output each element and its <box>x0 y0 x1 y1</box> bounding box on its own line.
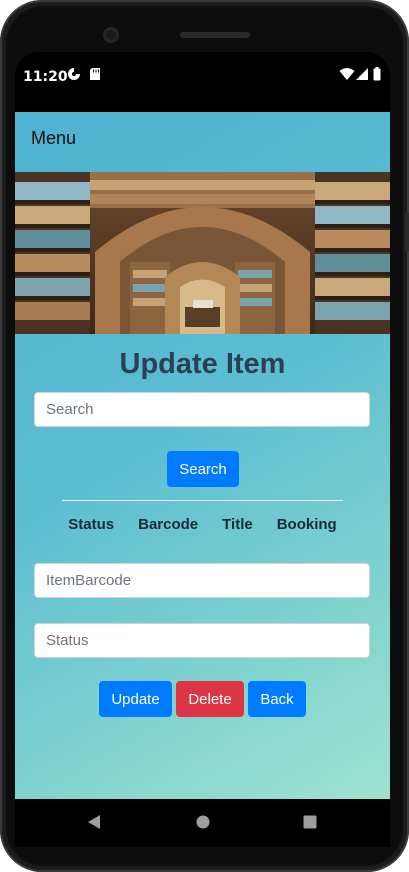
wifi-icon <box>339 68 355 80</box>
search-input[interactable] <box>34 392 370 427</box>
volume-button <box>405 212 409 252</box>
column-header-booking: Booking <box>276 516 337 533</box>
signal-icon <box>356 68 368 80</box>
column-header-title: Title <box>222 516 253 533</box>
status-input[interactable] <box>34 623 370 658</box>
recents-icon[interactable] <box>303 814 317 830</box>
back-icon[interactable] <box>87 814 101 830</box>
update-button[interactable]: Update <box>99 681 172 717</box>
divider <box>62 500 343 501</box>
item-barcode-input[interactable] <box>34 563 370 598</box>
status-bar: 11:20 <box>15 52 390 112</box>
column-header-status: Status <box>68 516 115 533</box>
column-header-barcode: Barcode <box>138 516 199 533</box>
app-content: Menu Update Item Search Search Status Ba… <box>15 112 390 799</box>
back-button[interactable]: Back <box>248 681 306 717</box>
menu-button[interactable]: Menu <box>31 128 76 149</box>
sd-card-icon <box>90 68 100 80</box>
battery-icon <box>373 67 381 81</box>
home-icon[interactable] <box>196 814 210 830</box>
vpn-icon <box>68 68 80 80</box>
delete-button[interactable]: Delete <box>176 681 244 717</box>
search-button[interactable]: Search <box>167 451 239 487</box>
library-banner-image <box>15 172 390 334</box>
results-table-header: Status Barcode Title Booking <box>15 516 390 533</box>
system-navigation-bar <box>15 799 390 847</box>
front-camera <box>103 27 119 43</box>
earpiece-speaker <box>180 32 250 38</box>
page-title: Update Item <box>119 348 286 380</box>
phone-frame: 11:20 Menu Update Item Search Search Sta… <box>0 0 409 872</box>
device-screen: 11:20 Menu Update Item Search Search Sta… <box>15 52 390 847</box>
status-time: 11:20 <box>23 69 68 85</box>
